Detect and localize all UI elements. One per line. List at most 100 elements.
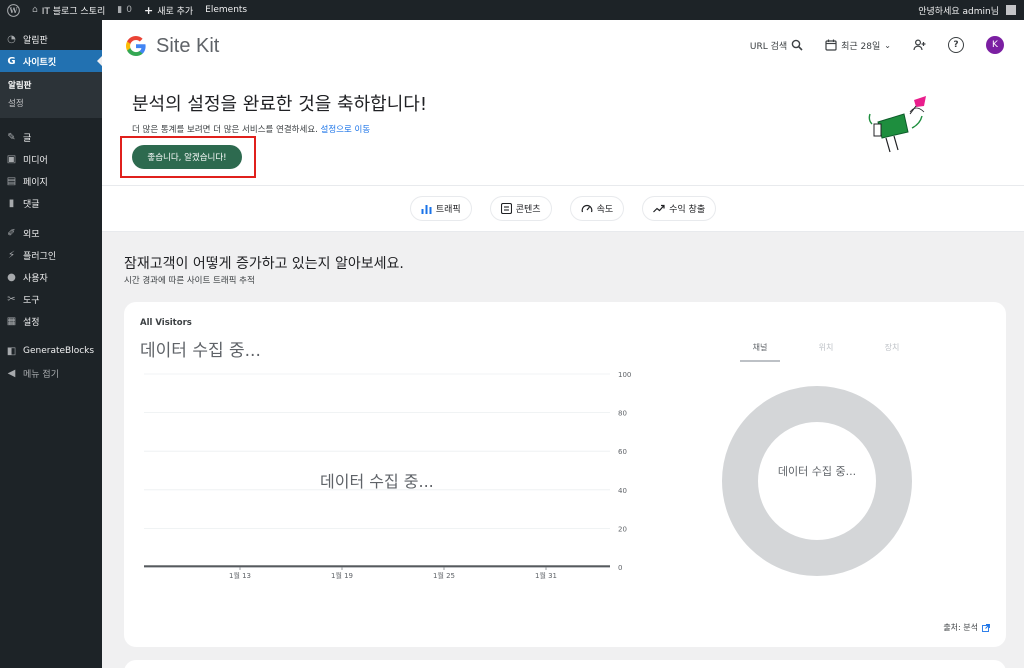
menu-settings-label: 설정 <box>23 317 40 328</box>
wrench-icon: ✂ <box>7 293 16 305</box>
date-range-selector[interactable]: 최근 28일 ⌄ <box>825 39 891 52</box>
menu-settings[interactable]: ▦ 설정 <box>0 310 102 332</box>
elements-label: Elements <box>205 5 248 15</box>
user-avatar-button[interactable]: K <box>986 36 1004 54</box>
menu-posts-label: 글 <box>23 133 32 144</box>
url-search-label: URL 검색 <box>749 41 788 52</box>
menu-media-label: 미디어 <box>23 155 48 166</box>
brush-icon: ✐ <box>7 227 16 239</box>
source-label: 출처: 분석 <box>943 623 978 632</box>
greeting-label: 안녕하세요 admin님 <box>918 6 999 17</box>
submenu-settings[interactable]: 설정 <box>0 94 102 112</box>
tab-channel[interactable]: 채널 <box>740 342 780 362</box>
settings-icon: ▦ <box>6 315 17 327</box>
menu-pages-label: 페이지 <box>23 177 48 188</box>
dimension-tabs: 채널 위치 장치 <box>740 342 912 362</box>
sitekit-submenu: 알림판 설정 <box>0 72 102 118</box>
menu-generateblocks-label: GenerateBlocks <box>23 346 95 356</box>
donut-ring <box>722 386 912 576</box>
elements-link[interactable]: Elements <box>199 0 253 20</box>
donut-gathering-label: 데이터 수집 중... <box>777 465 857 478</box>
setup-success-banner: 분석의 설정을 완료한 것을 축하합니다! 더 많은 통계를 보려면 더 많은 … <box>102 76 1024 186</box>
wordpress-logo-icon[interactable]: W <box>0 0 26 20</box>
visitors-count-placeholder: 데이터 수집 중... <box>140 341 261 361</box>
bar-chart-icon <box>421 204 432 214</box>
tab-device[interactable]: 장치 <box>872 342 912 362</box>
admin-bar: W ⌂ IT 블로그 스토리 ▮ 0 + 새로 추가 Elements 안녕하세… <box>0 0 1024 20</box>
x-tick-label: 1월 13 <box>229 571 251 580</box>
section-title: 잠재고객이 어떻게 증가하고 있는지 알아보세요. <box>124 256 404 272</box>
menu-users-label: 사용자 <box>23 273 48 284</box>
help-icon[interactable]: ? <box>948 37 964 53</box>
x-tick-label: 1월 25 <box>433 571 455 580</box>
chip-content[interactable]: 콘텐츠 <box>489 196 552 221</box>
add-user-button[interactable] <box>913 39 926 51</box>
site-name-link[interactable]: ⌂ IT 블로그 스토리 <box>26 0 111 20</box>
sitekit-logo[interactable]: Site Kit <box>124 34 219 58</box>
banner-desc-text: 더 많은 통계를 보려면 더 많은 서비스를 연결하세요. <box>132 125 318 135</box>
collapse-icon: ◀ <box>7 367 16 379</box>
chart-gathering-overlay: 데이터 수집 중... <box>320 472 434 491</box>
menu-dashboard-label: 알림판 <box>23 35 48 46</box>
chip-monetization[interactable]: 수익 창출 <box>642 196 717 221</box>
menu-collapse-label: 메뉴 접기 <box>23 369 59 380</box>
avatar <box>1006 5 1016 15</box>
menu-comments[interactable]: ▮ 댓글 <box>0 192 102 214</box>
new-content-label: 새로 추가 <box>157 6 194 17</box>
google-g-icon <box>126 36 146 56</box>
new-content-link[interactable]: + 새로 추가 <box>138 0 199 20</box>
menu-dashboard[interactable]: ◔ 알림판 <box>0 28 102 50</box>
pin-icon: ✎ <box>7 131 16 143</box>
menu-plugins-label: 플러그인 <box>23 251 57 262</box>
chip-speed-label: 속도 <box>596 205 614 215</box>
comments-link[interactable]: ▮ 0 <box>111 0 138 20</box>
menu-posts[interactable]: ✎ 글 <box>0 126 102 148</box>
menu-generateblocks[interactable]: ◧ GenerateBlocks <box>0 340 102 362</box>
comment-icon: ▮ <box>8 197 15 209</box>
all-visitors-card: All Visitors 데이터 수집 중... 0 20 40 60 80 100 1월 … <box>124 302 1006 647</box>
submenu-dashboard[interactable]: 알림판 <box>0 76 102 94</box>
menu-media[interactable]: ▣ 미디어 <box>0 148 102 170</box>
megaphone-illustration-icon <box>868 96 926 153</box>
comment-icon: ▮ <box>117 5 123 15</box>
my-account-link[interactable]: 안녕하세요 admin님 <box>912 0 1024 20</box>
plus-icon: + <box>143 3 154 17</box>
x-tick-label: 1월 31 <box>535 571 557 580</box>
menu-collapse[interactable]: ◀ 메뉴 접기 <box>0 362 102 384</box>
search-icon <box>791 39 803 51</box>
menu-sitekit-label: 사이트킷 <box>23 57 57 68</box>
section-subtitle: 시간 경과에 따른 사이트 트래픽 추적 <box>124 276 255 286</box>
home-icon: ⌂ <box>32 5 38 15</box>
y-tick-label: 0 <box>618 564 622 572</box>
ok-got-it-button[interactable]: 좋습니다, 알겠습니다! <box>132 145 242 169</box>
menu-appearance[interactable]: ✐ 외모 <box>0 222 102 244</box>
y-tick-label: 100 <box>618 371 631 379</box>
google-g-icon: G <box>7 55 16 67</box>
menu-comments-label: 댓글 <box>23 199 40 210</box>
url-search-button[interactable]: URL 검색 <box>750 39 803 52</box>
speedometer-icon <box>581 205 592 213</box>
chip-traffic[interactable]: 트래픽 <box>409 196 472 221</box>
chip-speed[interactable]: 속도 <box>569 196 625 221</box>
tab-location[interactable]: 위치 <box>806 342 846 362</box>
external-link-icon <box>982 623 990 632</box>
comments-count: 0 <box>126 5 132 15</box>
chip-monetization-label: 수익 창출 <box>669 205 706 215</box>
plugin-icon: ⚡ <box>7 249 16 261</box>
sitekit-header: Site Kit URL 검색 최근 28일 ⌄ ? K <box>102 20 1024 76</box>
menu-pages[interactable]: ▤ 페이지 <box>0 170 102 192</box>
settings-link[interactable]: 설정으로 이동 <box>321 125 371 135</box>
menu-tools-label: 도구 <box>23 295 40 306</box>
chip-traffic-label: 트래픽 <box>435 205 461 215</box>
menu-sitekit[interactable]: G 사이트킷 <box>0 50 102 72</box>
users-icon: ● <box>7 271 16 283</box>
menu-tools[interactable]: ✂ 도구 <box>0 288 102 310</box>
card-caption: All Visitors <box>140 318 192 328</box>
date-range-label: 최근 28일 <box>841 41 881 52</box>
source-link[interactable]: 출처: 분석 <box>943 622 990 633</box>
menu-users[interactable]: ● 사용자 <box>0 266 102 288</box>
calendar-icon <box>825 39 837 51</box>
highlight-box: 좋습니다, 알겠습니다! <box>120 136 256 178</box>
sitekit-title: Site Kit <box>156 34 220 57</box>
menu-plugins[interactable]: ⚡ 플러그인 <box>0 244 102 266</box>
